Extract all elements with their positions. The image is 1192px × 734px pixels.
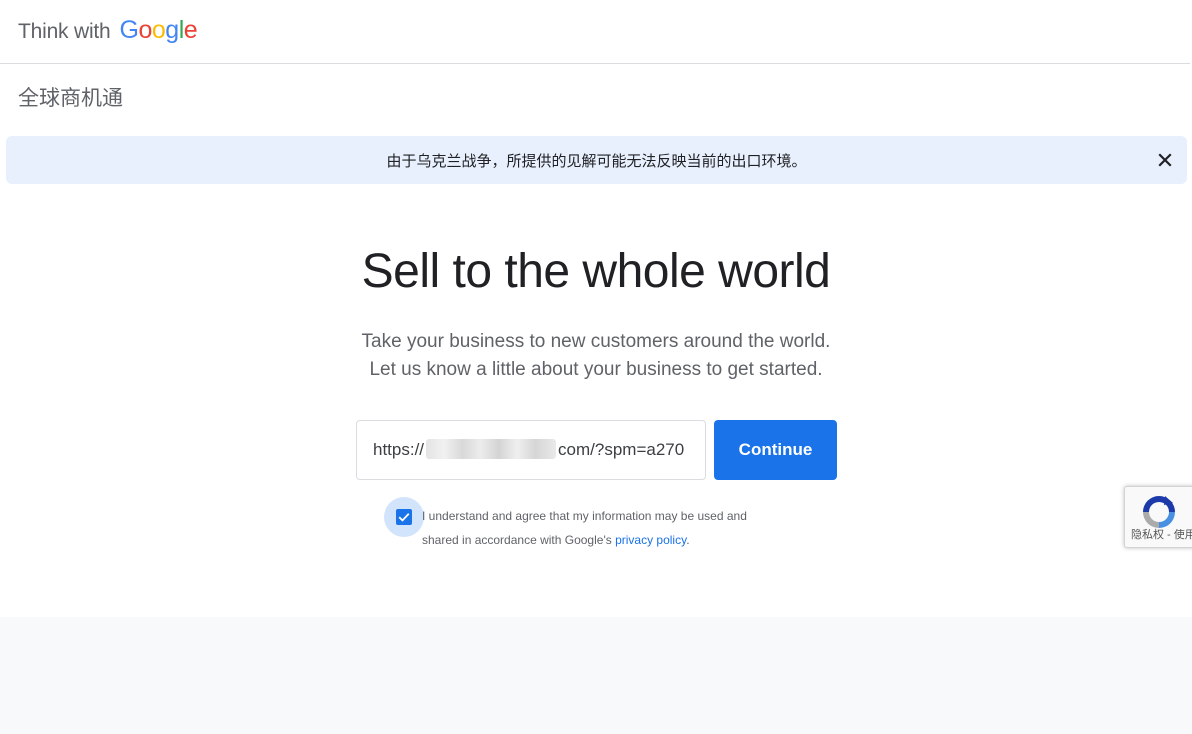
checkmark-icon bbox=[398, 513, 410, 522]
hero-description-line-2: Let us know a little about your business… bbox=[369, 359, 823, 380]
footer-band bbox=[0, 617, 1192, 734]
website-url-input[interactable]: https:// com/?spm=a270 bbox=[356, 420, 706, 480]
consent-body: I understand and agree that my informati… bbox=[422, 509, 747, 547]
notice-banner: 由于乌克兰战争，所提供的见解可能无法反映当前的出口环境。 bbox=[6, 136, 1187, 184]
consent-checkbox[interactable] bbox=[396, 509, 412, 525]
consent-text: I understand and agree that my informati… bbox=[422, 504, 782, 552]
hero-description-line-1: Take your business to new customers arou… bbox=[361, 331, 831, 352]
hero-description: Take your business to new customers arou… bbox=[0, 328, 1192, 384]
recaptcha-icon bbox=[1143, 496, 1175, 528]
close-icon[interactable] bbox=[1155, 150, 1175, 170]
page-subtitle: 全球商机通 bbox=[18, 87, 123, 110]
recaptcha-badge[interactable]: 隐私权 - 使用条款 bbox=[1124, 486, 1192, 548]
google-wordmark: Google bbox=[119, 16, 198, 44]
brand-prefix: Think with bbox=[18, 20, 111, 43]
privacy-policy-link[interactable]: privacy policy bbox=[615, 533, 686, 547]
banner-message: 由于乌克兰战争，所提供的见解可能无法反映当前的出口环境。 bbox=[386, 153, 807, 170]
url-suffix: com/?spm=a270 bbox=[558, 440, 685, 459]
recaptcha-links[interactable]: 隐私权 - 使用条款 bbox=[1131, 529, 1192, 541]
continue-button[interactable]: Continue bbox=[714, 420, 837, 480]
think-with-google-logo[interactable]: Think with Google bbox=[18, 16, 198, 46]
redacted-domain bbox=[426, 438, 557, 459]
top-bar: Think with Google bbox=[0, 0, 1190, 64]
hero-title: Sell to the whole world bbox=[361, 245, 831, 298]
consent-end: . bbox=[686, 533, 690, 547]
url-prefix: https:// bbox=[373, 440, 425, 459]
